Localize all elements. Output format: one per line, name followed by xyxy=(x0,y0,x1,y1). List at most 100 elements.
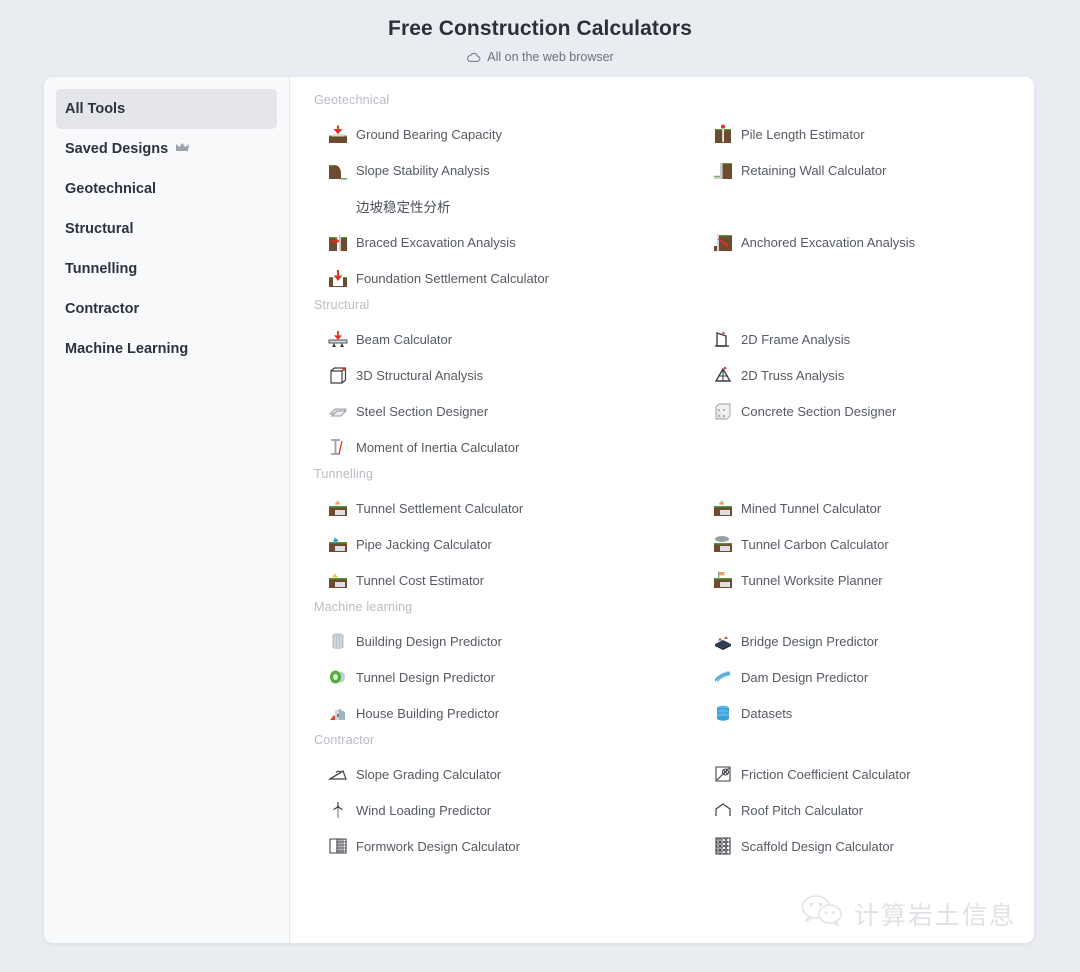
tunnel-worksite-icon xyxy=(713,570,733,590)
tool-label: Roof Pitch Calculator xyxy=(741,802,864,818)
tool-item[interactable]: Tunnel Settlement Calculator xyxy=(304,490,689,526)
section-title: Tunnelling xyxy=(314,467,374,481)
tool-item[interactable]: 3D Structural Analysis xyxy=(304,357,689,393)
tool-item[interactable]: Pipe Jacking Calculator xyxy=(304,526,689,562)
tool-label: Tunnel Settlement Calculator xyxy=(356,500,524,516)
tunnel-carbon-icon xyxy=(713,534,733,554)
tool-item[interactable]: Dam Design Predictor xyxy=(689,659,1014,695)
tool-label: Moment of Inertia Calculator xyxy=(356,439,520,455)
tool-item[interactable]: Pile Length Estimator xyxy=(689,116,1014,152)
section-machine-learning: Machine learning Building Design Predicto… xyxy=(304,600,1014,731)
tool-item[interactable]: Tunnel Worksite Planner xyxy=(689,562,1014,598)
section-title: Machine learning xyxy=(314,600,413,614)
tool-item[interactable]: Beam Calculator xyxy=(304,321,689,357)
pile-length-icon xyxy=(713,124,733,144)
tool-item[interactable]: Bridge Design Predictor xyxy=(689,623,1014,659)
tool-item[interactable]: Formwork Design Calculator xyxy=(304,828,689,864)
tool-item[interactable]: Braced Excavation Analysis xyxy=(304,224,689,260)
tool-item[interactable]: Steel Section Designer xyxy=(304,393,689,429)
tool-item[interactable]: Slope Stability Analysis xyxy=(304,152,689,188)
tool-item[interactable]: Wind Loading Predictor xyxy=(304,792,689,828)
page-title: Free Construction Calculators xyxy=(388,17,692,40)
concrete-section-icon xyxy=(713,401,733,421)
sidebar-item-contractor[interactable]: Contractor xyxy=(56,289,277,329)
tool-item[interactable]: Roof Pitch Calculator xyxy=(689,792,1014,828)
dam-icon xyxy=(713,667,733,687)
slope-grading-icon xyxy=(328,764,348,784)
page-subtitle-text: All on the web browser xyxy=(487,50,614,64)
tool-item[interactable]: Tunnel Cost Estimator xyxy=(304,562,689,598)
tool-label: Slope Stability Analysis xyxy=(356,162,490,178)
house-icon xyxy=(328,703,348,723)
cube-icon xyxy=(328,365,348,385)
tool-item[interactable]: Datasets xyxy=(689,695,1014,731)
tool-label: Datasets xyxy=(741,705,793,721)
crown-icon xyxy=(175,141,190,157)
beam-icon xyxy=(328,329,348,349)
tool-label: Foundation Settlement Calculator xyxy=(356,270,549,286)
tool-label: Concrete Section Designer xyxy=(741,403,897,419)
tool-label: Beam Calculator xyxy=(356,331,453,347)
tool-item[interactable]: Building Design Predictor xyxy=(304,623,689,659)
tool-item[interactable]: Tunnel Design Predictor xyxy=(304,659,689,695)
anchored-excavation-icon xyxy=(713,232,733,252)
tool-label: Dam Design Predictor xyxy=(741,669,869,685)
tool-item[interactable]: 2D Truss Analysis xyxy=(689,357,1014,393)
tool-label: Retaining Wall Calculator xyxy=(741,162,887,178)
tool-item[interactable]: Mined Tunnel Calculator xyxy=(689,490,1014,526)
tool-grid: Tunnel Settlement Calculator Mined Tunnel… xyxy=(304,490,1014,598)
building-icon xyxy=(328,631,348,651)
tool-label: Bridge Design Predictor xyxy=(741,633,879,649)
tunnel-cost-icon xyxy=(328,570,348,590)
tool-label: Ground Bearing Capacity xyxy=(356,126,502,142)
tool-item[interactable]: Concrete Section Designer xyxy=(689,393,1014,429)
sidebar-item-geotechnical[interactable]: Geotechnical xyxy=(56,169,277,209)
tool-label: Braced Excavation Analysis xyxy=(356,234,516,250)
tool-label: Tunnel Design Predictor xyxy=(356,669,495,685)
tool-label: Anchored Excavation Analysis xyxy=(741,234,916,250)
tool-label: Tunnel Worksite Planner xyxy=(741,572,883,588)
sidebar-item-all-tools[interactable]: All Tools xyxy=(56,89,277,129)
slope-stability-icon xyxy=(328,160,348,180)
tool-item[interactable]: Moment of Inertia Calculator xyxy=(304,429,689,465)
section-geotechnical: Geotechnical Ground Bearing Capacity Pile … xyxy=(304,93,1014,296)
sidebar-item-structural[interactable]: Structural xyxy=(56,209,277,249)
section-title: Structural xyxy=(314,298,370,312)
tool-item[interactable]: 边坡稳定性分析 xyxy=(304,188,689,224)
tool-item[interactable]: Scaffold Design Calculator xyxy=(689,828,1014,864)
tool-label: Tunnel Cost Estimator xyxy=(356,572,485,588)
sidebar-item-label: Tunnelling xyxy=(65,261,138,277)
sidebar-item-label: Contractor xyxy=(65,301,140,317)
tool-label: 边坡稳定性分析 xyxy=(356,200,451,215)
tool-label: Scaffold Design Calculator xyxy=(741,838,894,854)
section-structural: Structural Beam Calculator 2D Frame Analys… xyxy=(304,298,1014,465)
tool-item[interactable]: Ground Bearing Capacity xyxy=(304,116,689,152)
tool-item[interactable]: Anchored Excavation Analysis xyxy=(689,224,1014,260)
page-subtitle-row: All on the web browser xyxy=(0,50,1080,64)
tool-sections: Geotechnical Ground Bearing Capacity Pile … xyxy=(304,93,1014,864)
tool-item[interactable]: Friction Coefficient Calculator xyxy=(689,756,1014,792)
sidebar-item-saved-designs[interactable]: Saved Designs xyxy=(56,129,277,169)
tool-item[interactable]: House Building Predictor xyxy=(304,695,689,731)
sidebar-item-label: All Tools xyxy=(65,101,126,117)
tool-label: Pipe Jacking Calculator xyxy=(356,536,492,552)
sidebar-item-machine-learning[interactable]: Machine Learning xyxy=(56,329,277,369)
tool-label: Pile Length Estimator xyxy=(741,126,865,142)
bridge-icon xyxy=(713,631,733,651)
braced-excavation-icon xyxy=(328,232,348,252)
tool-label: 2D Truss Analysis xyxy=(741,367,845,383)
tool-item[interactable]: Tunnel Carbon Calculator xyxy=(689,526,1014,562)
tool-item[interactable]: Foundation Settlement Calculator xyxy=(304,260,689,296)
database-icon xyxy=(713,703,733,723)
tool-label: Slope Grading Calculator xyxy=(356,766,502,782)
section-contractor: Contractor Slope Grading Calculator Fricti… xyxy=(304,733,1014,864)
tool-item[interactable]: Slope Grading Calculator xyxy=(304,756,689,792)
sidebar-item-label: Machine Learning xyxy=(65,341,189,357)
friction-icon xyxy=(713,764,733,784)
tool-item[interactable]: 2D Frame Analysis xyxy=(689,321,1014,357)
truss-icon xyxy=(713,365,733,385)
sidebar-item-tunnelling[interactable]: Tunnelling xyxy=(56,249,277,289)
tool-item[interactable]: Retaining Wall Calculator xyxy=(689,152,1014,188)
cloud-icon xyxy=(466,52,481,63)
tool-label: House Building Predictor xyxy=(356,705,500,721)
